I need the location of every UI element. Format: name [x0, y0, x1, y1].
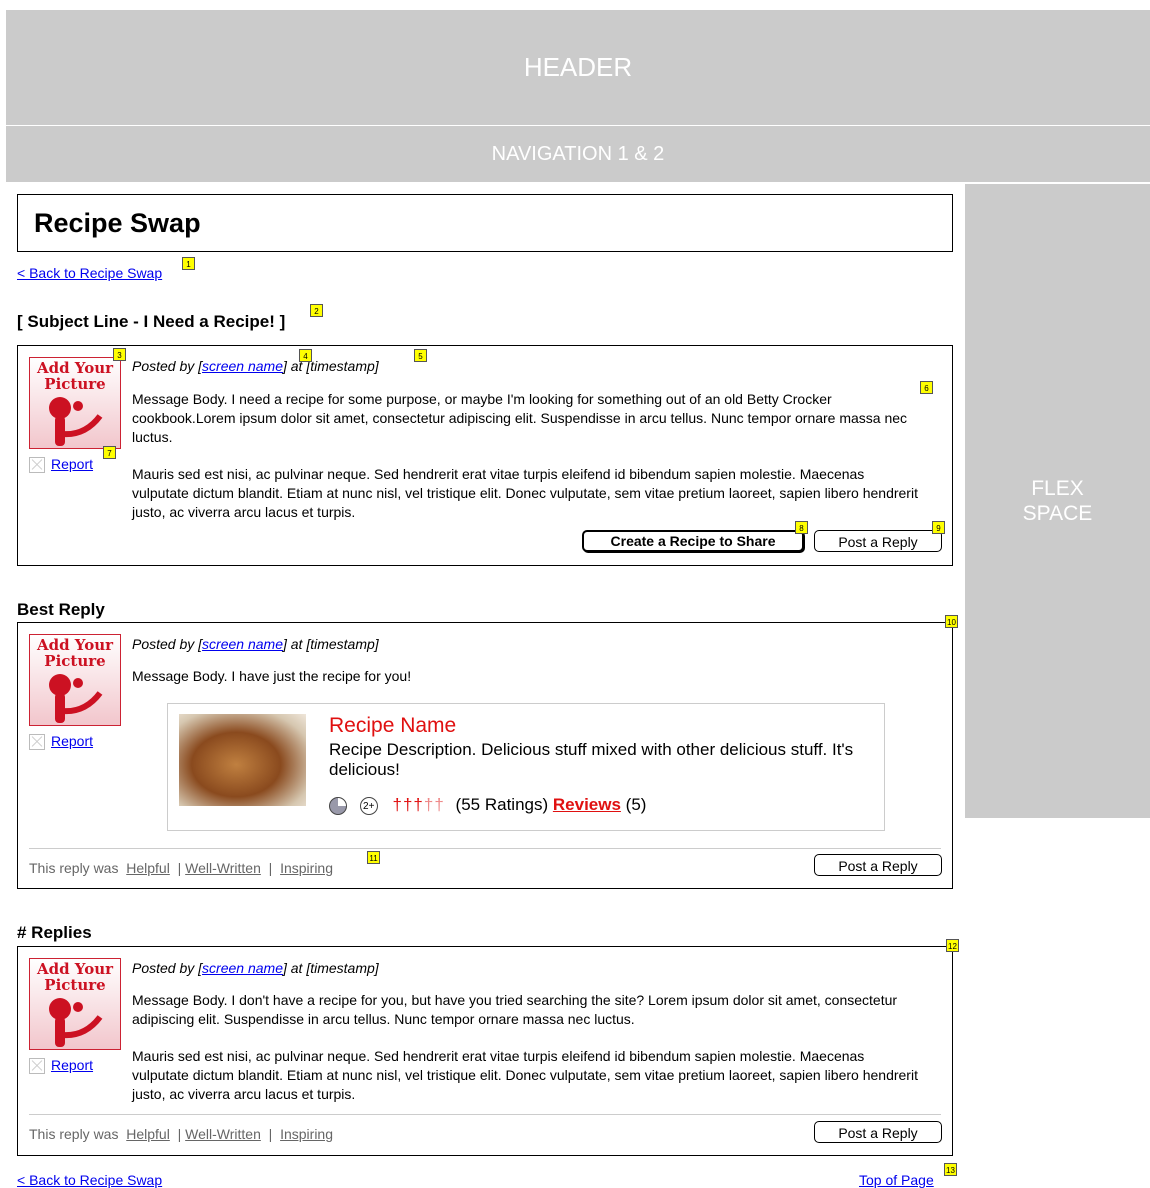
spoon-empty-icon: †	[434, 795, 445, 814]
posted-by-label: Posted by [	[132, 960, 203, 976]
post-meta: Posted by [screen name] at [timestamp]	[132, 960, 379, 976]
report-flag-icon	[29, 1058, 45, 1075]
recipe-card[interactable]: Recipe Name Recipe Description. Deliciou…	[167, 703, 885, 831]
flex-label-2: SPACE	[1022, 502, 1093, 525]
back-to-recipe-swap-link[interactable]: < Back to Recipe Swap	[17, 1172, 162, 1188]
posted-by-label: Posted by [	[132, 358, 203, 374]
annotation-marker: 2	[310, 304, 323, 317]
back-to-recipe-swap-link[interactable]: < Back to Recipe Swap	[17, 265, 162, 281]
avatar-text-2: Picture	[44, 976, 106, 994]
well-written-link[interactable]: Well-Written	[185, 1126, 261, 1142]
page-title-box: Recipe Swap	[17, 194, 953, 252]
create-recipe-button[interactable]: Create a Recipe to Share	[582, 530, 804, 552]
helpful-link[interactable]: Helpful	[126, 1126, 170, 1142]
divider	[29, 848, 941, 849]
header-placeholder: HEADER	[6, 10, 1150, 125]
reviews-count: (5)	[625, 795, 647, 814]
reply-paragraph: Mauris sed est nisi, ac pulvinar neque. …	[132, 1048, 918, 1102]
reply-vote-row: This reply was Helpful | Well-Written | …	[29, 1126, 333, 1142]
vote-prefix: This reply was	[29, 1126, 119, 1142]
subject-line: [ Subject Line - I Need a Recipe! ]	[17, 312, 286, 331]
report-flag-icon	[29, 457, 45, 474]
recipe-photo[interactable]	[179, 714, 306, 806]
spoon-rating-icons: †††††	[392, 795, 444, 814]
post-paragraph: Mauris sed est nisi, ac pulvinar neque. …	[132, 466, 918, 520]
spoon-filled-icon: †	[413, 795, 424, 814]
post-meta: Posted by [screen name] at [timestamp]	[132, 358, 379, 374]
report-label: Report	[51, 1057, 94, 1073]
spoon-filled-icon: †	[402, 795, 414, 814]
recipe-name[interactable]: Recipe Name	[329, 714, 456, 738]
annotation-marker: 11	[367, 851, 380, 864]
annotation-marker: 9	[932, 521, 945, 534]
reply-body: Message Body. I don't have a recipe for …	[132, 991, 922, 1122]
flex-space-placeholder: FLEX SPACE	[965, 184, 1150, 818]
best-reply: Add Your Picture Report Posted by [screen…	[17, 622, 953, 889]
annotation-marker: 10	[945, 615, 958, 628]
post-meta: Posted by [screen name] at [timestamp]	[132, 636, 379, 652]
report-label: Report	[51, 733, 94, 749]
report-link[interactable]: Report	[29, 456, 94, 474]
chef-icon	[49, 998, 103, 1047]
report-link[interactable]: Report	[29, 1057, 94, 1075]
page-title: Recipe Swap	[34, 208, 201, 238]
top-of-page-link[interactable]: Top of Page	[859, 1172, 934, 1188]
well-written-link[interactable]: Well-Written	[185, 860, 261, 876]
timestamp: ] at [timestamp]	[282, 960, 379, 976]
servings-icon: 2+	[359, 796, 378, 815]
inspiring-link[interactable]: Inspiring	[280, 1126, 333, 1142]
screen-name-link[interactable]: screen name	[202, 636, 283, 652]
annotation-marker: 8	[795, 521, 808, 534]
navigation-placeholder: NAVIGATION 1 & 2	[6, 126, 1150, 182]
timestamp: ] at [timestamp]	[282, 636, 379, 652]
reviews-link[interactable]: Reviews	[553, 795, 621, 814]
helpful-link[interactable]: Helpful	[126, 860, 170, 876]
clock-icon	[329, 796, 347, 815]
posted-by-label: Posted by [	[132, 636, 203, 652]
annotation-marker: 3	[113, 348, 126, 361]
post-reply-button[interactable]: Post a Reply	[814, 1121, 942, 1143]
chef-icon	[49, 397, 103, 446]
annotation-marker: 13	[944, 1163, 957, 1176]
annotation-marker: 7	[103, 446, 116, 459]
ratings-count: (55 Ratings)	[455, 795, 549, 814]
avatar[interactable]: Add Your Picture	[29, 958, 121, 1050]
vote-prefix: This reply was	[29, 860, 119, 876]
report-link[interactable]: Report	[29, 733, 94, 751]
avatar-text-2: Picture	[44, 375, 106, 393]
divider	[29, 1114, 941, 1115]
screen-name-link[interactable]: screen name	[202, 960, 283, 976]
post-reply-button[interactable]: Post a Reply	[814, 854, 942, 876]
reply-body: Message Body. I have just the recipe for…	[132, 668, 412, 684]
reply: Add Your Picture Report Posted by [screen…	[17, 946, 953, 1156]
avatar-text-2: Picture	[44, 652, 106, 670]
annotation-marker: 12	[946, 939, 959, 952]
annotation-marker: 1	[182, 257, 195, 270]
flex-label-1: FLEX	[1031, 477, 1084, 500]
spoon-filled-icon: †	[392, 795, 403, 814]
recipe-description: Recipe Description. Delicious stuff mixe…	[329, 740, 854, 779]
avatar[interactable]: Add Your Picture	[29, 634, 121, 726]
spoon-empty-icon: †	[423, 795, 435, 814]
annotation-marker: 5	[414, 349, 427, 362]
reply-paragraph: Message Body. I don't have a recipe for …	[132, 992, 898, 1027]
chef-icon	[49, 674, 103, 723]
post-body: Message Body. I need a recipe for some p…	[132, 390, 922, 540]
recipe-rating-row: 2+ ††††† (55 Ratings) Reviews (5)	[329, 795, 646, 815]
reply-vote-row: This reply was Helpful | Well-Written | …	[29, 860, 333, 876]
annotation-marker: 4	[299, 349, 312, 362]
annotation-marker: 6	[920, 381, 933, 394]
original-post: Add Your Picture Report Posted by [screen…	[17, 345, 953, 566]
replies-heading: # Replies	[17, 923, 92, 942]
post-paragraph: Message Body. I need a recipe for some p…	[132, 391, 908, 445]
report-label: Report	[51, 456, 94, 472]
report-flag-icon	[29, 734, 45, 751]
avatar[interactable]: Add Your Picture	[29, 357, 121, 449]
best-reply-heading: Best Reply	[17, 600, 105, 619]
timestamp: ] at [timestamp]	[282, 358, 379, 374]
inspiring-link[interactable]: Inspiring	[280, 860, 333, 876]
screen-name-link[interactable]: screen name	[202, 358, 283, 374]
post-reply-button[interactable]: Post a Reply	[814, 530, 942, 552]
